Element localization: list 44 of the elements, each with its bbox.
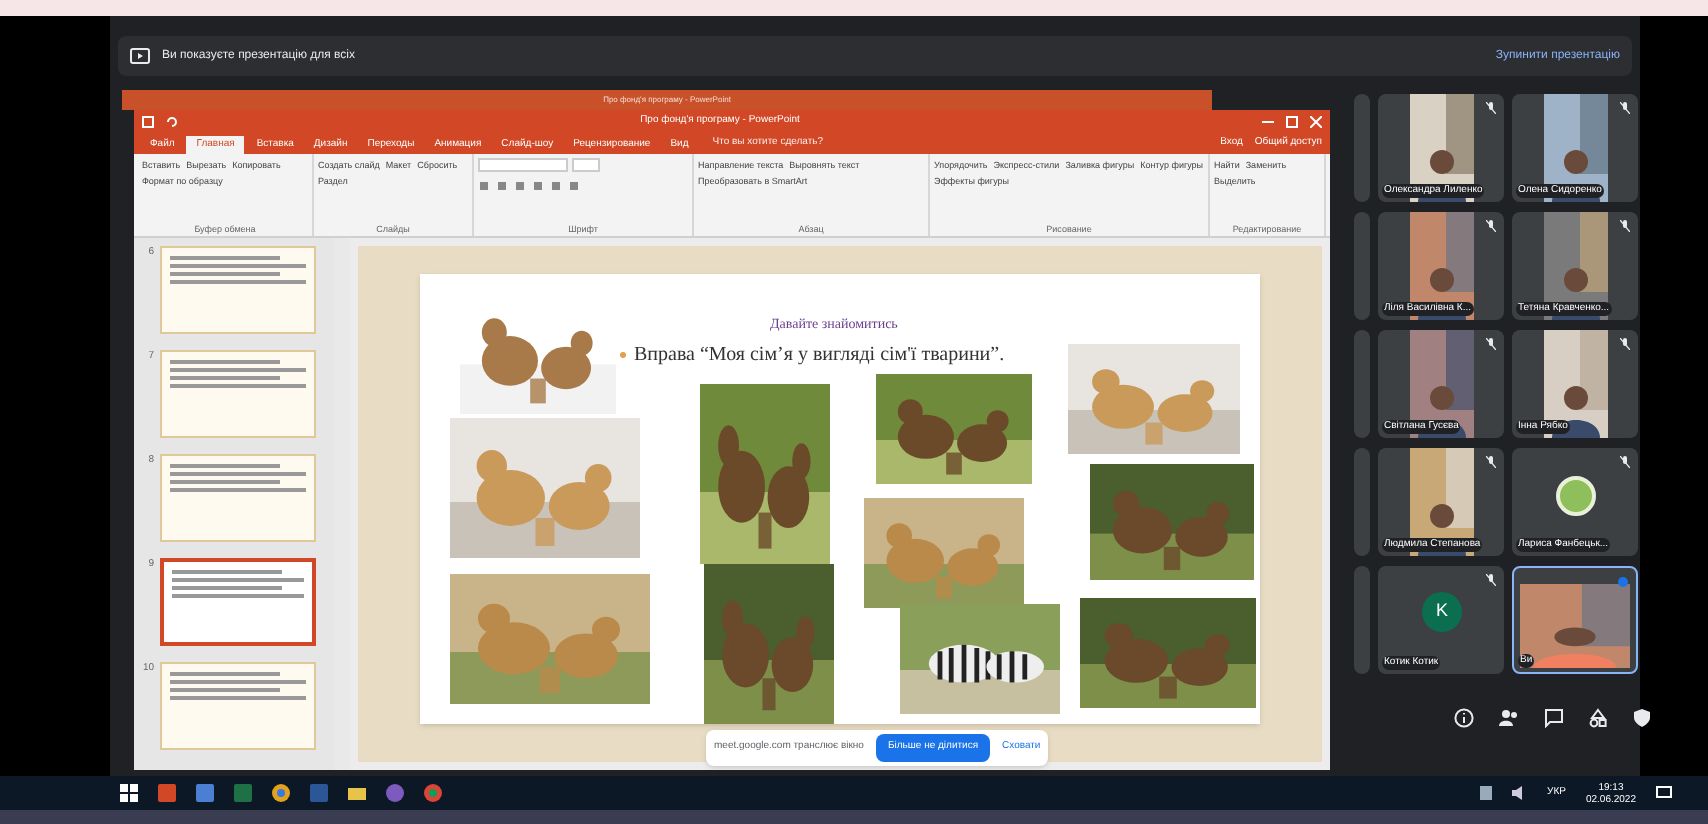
windows-start-icon[interactable] — [120, 784, 138, 802]
mic-off-icon — [1486, 456, 1496, 468]
mic-off-icon — [1620, 102, 1630, 114]
bullet-icon — [620, 352, 626, 358]
slide-thumbnail[interactable] — [160, 662, 316, 750]
video-tile — [1354, 94, 1370, 202]
maximize-icon[interactable] — [1286, 116, 1298, 128]
font-name-field[interactable] — [478, 158, 568, 172]
slide-thumbnail[interactable] — [160, 454, 316, 542]
browser-icon[interactable] — [424, 784, 442, 802]
mic-off-icon — [1486, 220, 1496, 232]
video-tile — [1354, 212, 1370, 320]
present-icon — [130, 48, 150, 64]
mic-off-icon — [1620, 456, 1630, 468]
font-size-field[interactable] — [572, 158, 600, 172]
mic-off-icon — [1620, 338, 1630, 350]
close-icon[interactable] — [1310, 116, 1322, 128]
info-icon[interactable] — [1454, 708, 1474, 728]
chat-icon[interactable] — [1544, 708, 1564, 728]
slide-thumbnail[interactable] — [160, 246, 316, 334]
mic-off-icon — [1486, 574, 1496, 586]
slide-thumbnail[interactable] — [160, 350, 316, 438]
undo-icon[interactable] — [166, 116, 178, 128]
app-icon[interactable] — [386, 784, 404, 802]
video-tile — [1354, 448, 1370, 556]
mic-off-icon — [1620, 220, 1630, 232]
folder-icon[interactable] — [348, 784, 366, 802]
video-tile — [1354, 566, 1370, 674]
save-icon[interactable] — [142, 116, 154, 128]
volume-icon[interactable] — [1511, 786, 1528, 800]
shield-icon[interactable] — [1632, 708, 1652, 728]
video-tile — [1354, 330, 1370, 438]
avatar-initial: K — [1422, 592, 1462, 632]
tray-icon[interactable] — [1479, 786, 1492, 800]
mic-off-icon — [1486, 338, 1496, 350]
slide-bullet: Вправа “Моя сім’я у вигляді сім'ї тварини”. — [634, 342, 1005, 370]
people-icon[interactable] — [1498, 708, 1520, 728]
browser-icon[interactable] — [272, 784, 290, 802]
notification-icon[interactable] — [1656, 786, 1672, 800]
minimize-icon[interactable] — [1262, 116, 1274, 128]
mic-off-icon — [1486, 102, 1496, 114]
more-options-icon[interactable] — [1618, 576, 1628, 588]
slide-thumbnail[interactable] — [160, 558, 316, 646]
activities-icon[interactable] — [1588, 708, 1608, 728]
